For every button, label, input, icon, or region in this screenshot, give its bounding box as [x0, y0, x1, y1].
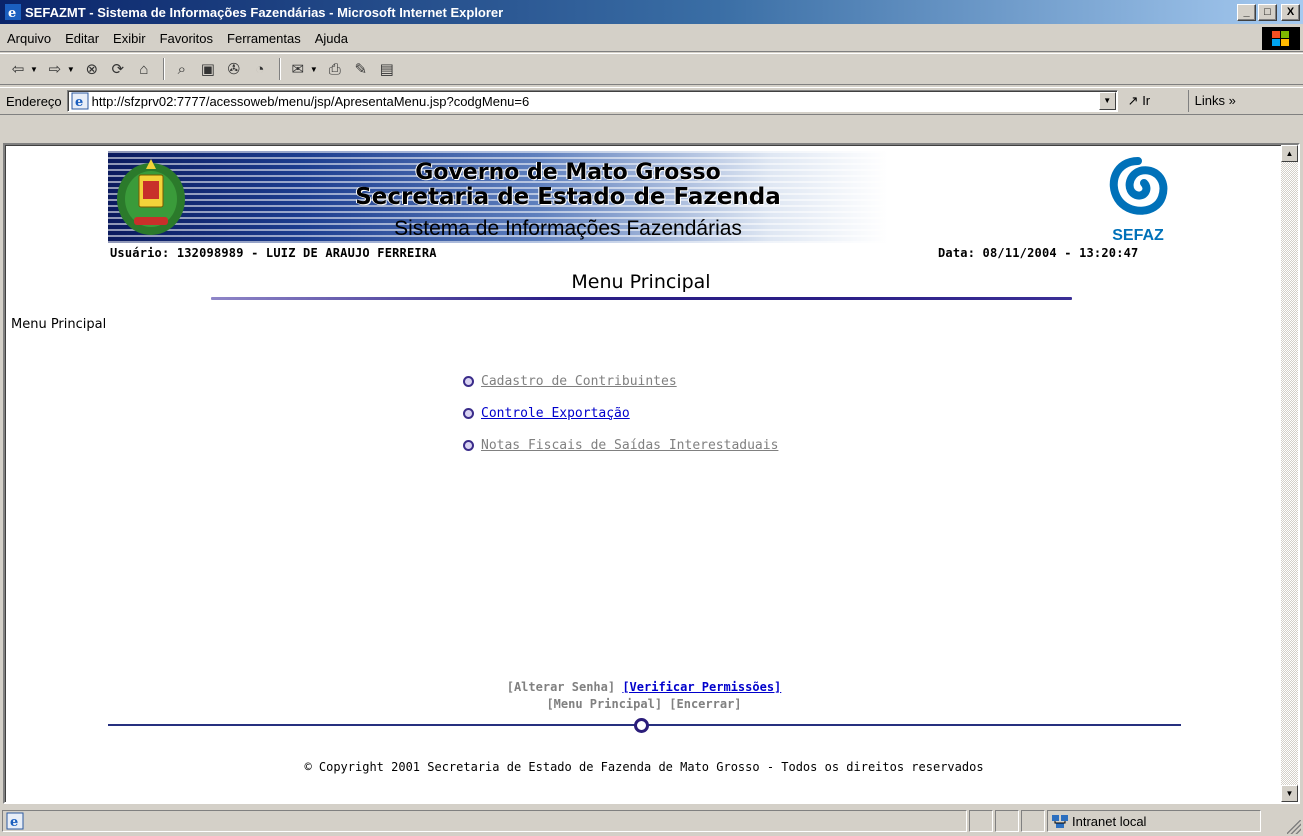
gov-title-line2: Secretaria de Estado de Fazenda [355, 184, 781, 210]
list-item: Notas Fiscais de Saídas Interestaduais [463, 429, 778, 461]
menu-ajuda[interactable]: Ajuda [308, 31, 355, 46]
link-cadastro-contribuintes[interactable]: Cadastro de Contribuintes [481, 374, 677, 389]
svg-text:e: e [10, 815, 18, 830]
ie-page-icon: e [6, 812, 24, 830]
close-button[interactable]: X [1281, 3, 1300, 21]
gov-title-line1: Governo de Mato Grosso [415, 160, 721, 185]
search-icon[interactable]: ⌕ [170, 57, 194, 81]
bullet-icon [463, 375, 474, 387]
home-icon[interactable]: ⌂ [132, 57, 156, 81]
vertical-scrollbar[interactable]: ▲ ▼ [1281, 145, 1298, 802]
menu-editar[interactable]: Editar [58, 31, 106, 46]
menubar: Arquivo Editar Exibir Favoritos Ferramen… [0, 26, 1303, 52]
list-item: Controle Exportação [463, 397, 778, 429]
title-rule [211, 297, 1072, 300]
resize-grip-icon[interactable] [1287, 820, 1301, 834]
scroll-down-icon[interactable]: ▼ [1281, 785, 1298, 802]
address-bar-container: Endereço e http://sfzprv02:7777/acessowe… [0, 87, 1303, 140]
page-title: Menu Principal [571, 271, 711, 293]
date-info: Data: 08/11/2004 - 13:20:47 [938, 246, 1139, 260]
print-icon[interactable]: ⎙ [323, 57, 347, 81]
address-label: Endereço [6, 93, 62, 109]
menu-principal-link[interactable]: [Menu Principal] [546, 697, 662, 711]
alterar-senha-link[interactable]: [Alterar Senha] [507, 680, 615, 694]
history-icon[interactable]: ◔ [248, 57, 272, 81]
links-button[interactable]: Links » [1187, 90, 1236, 112]
back-icon[interactable]: ⇦ [6, 57, 30, 81]
menu-arquivo[interactable]: Arquivo [0, 31, 58, 46]
go-label: Ir [1142, 93, 1151, 108]
page-icon: e [71, 92, 89, 110]
status-cell [1021, 810, 1045, 832]
edit-icon[interactable]: ✎ [349, 57, 373, 81]
statusbar: e Intranet local [0, 806, 1303, 836]
gov-title: Governo de Mato Grosso Secretaria de Est… [108, 160, 1028, 210]
sefaz-swirl-icon [1109, 157, 1168, 215]
windows-logo-icon [1262, 27, 1300, 50]
back-dropdown-icon[interactable]: ▼ [30, 65, 38, 74]
encerrar-link[interactable]: [Encerrar] [669, 697, 741, 711]
menu-favoritos[interactable]: Favoritos [153, 31, 220, 46]
address-url: http://sfzprv02:7777/acessoweb/menu/jsp/… [91, 93, 530, 109]
status-main: e [2, 810, 967, 832]
bullet-icon [463, 407, 474, 419]
stop-icon[interactable]: ⊗ [80, 57, 104, 81]
favorites-icon[interactable]: ▣ [196, 57, 220, 81]
verificar-permissoes-link[interactable]: [Verificar Permissões] [622, 680, 781, 694]
list-item: Cadastro de Contribuintes [463, 365, 778, 397]
minimize-button[interactable]: _ [1237, 3, 1256, 21]
status-cell [969, 810, 993, 832]
ie-icon: e [5, 4, 21, 20]
go-arrow-icon: ↗ [1127, 93, 1139, 108]
menu-ferramentas[interactable]: Ferramentas [220, 31, 308, 46]
copyright: © Copyright 2001 Secretaria de Estado de… [304, 760, 984, 774]
address-dropdown-icon[interactable]: ▼ [1098, 92, 1116, 110]
address-input[interactable]: e http://sfzprv02:7777/acessoweb/menu/js… [66, 90, 1118, 112]
footer-ornament-icon [634, 718, 649, 733]
window-title: SEFAZMT - Sistema de Informações Fazendá… [25, 4, 504, 20]
forward-dropdown-icon[interactable]: ▼ [67, 65, 75, 74]
system-name: Sistema de Informações Fazendárias [394, 217, 742, 240]
link-notas-fiscais-saidas[interactable]: Notas Fiscais de Saídas Interestaduais [481, 438, 778, 453]
discuss-icon[interactable]: ▤ [375, 57, 399, 81]
toolbar-separator [162, 58, 165, 80]
zone-label: Intranet local [1072, 813, 1147, 829]
standard-toolbar: ⇦ ▼ ⇨ ▼ ⊗ ⟳ ⌂ ⌕ ▣ ✇ ◔ ✉ ▼ ⎙ ✎ ▤ [0, 53, 1303, 85]
menu-list: Cadastro de Contribuintes Controle Expor… [463, 365, 778, 461]
window-titlebar: e SEFAZMT - Sistema de Informações Fazen… [0, 0, 1303, 24]
bullet-icon [463, 439, 474, 451]
sefaz-logo: SEFAZ [1098, 153, 1178, 249]
user-info: Usuário: 132098989 - LUIZ DE ARAUJO FERR… [110, 246, 437, 260]
media-icon[interactable]: ✇ [222, 57, 246, 81]
link-controle-exportacao[interactable]: Controle Exportação [481, 406, 630, 421]
go-button[interactable]: ↗ Ir [1128, 93, 1188, 109]
refresh-icon[interactable]: ⟳ [106, 57, 130, 81]
mail-icon[interactable]: ✉ [286, 57, 310, 81]
footer-links: [Alterar Senha] [Verificar Permissões] [… [5, 680, 1283, 714]
browser-viewport: Governo de Mato Grosso Secretaria de Est… [3, 143, 1300, 804]
maximize-button[interactable]: □ [1258, 3, 1277, 21]
svg-text:e: e [75, 95, 83, 110]
forward-icon[interactable]: ⇨ [43, 57, 67, 81]
svg-text:e: e [8, 6, 16, 20]
header-banner: Governo de Mato Grosso Secretaria de Est… [108, 151, 1186, 249]
sefaz-logo-label: SEFAZ [1112, 227, 1164, 244]
intranet-icon [1052, 815, 1068, 828]
security-zone: Intranet local [1047, 810, 1261, 832]
breadcrumb: Menu Principal [11, 317, 107, 332]
menu-exibir[interactable]: Exibir [106, 31, 153, 46]
scroll-up-icon[interactable]: ▲ [1281, 145, 1298, 162]
status-cell [995, 810, 1019, 832]
mail-dropdown-icon[interactable]: ▼ [310, 65, 318, 74]
toolbar-separator [278, 58, 281, 80]
